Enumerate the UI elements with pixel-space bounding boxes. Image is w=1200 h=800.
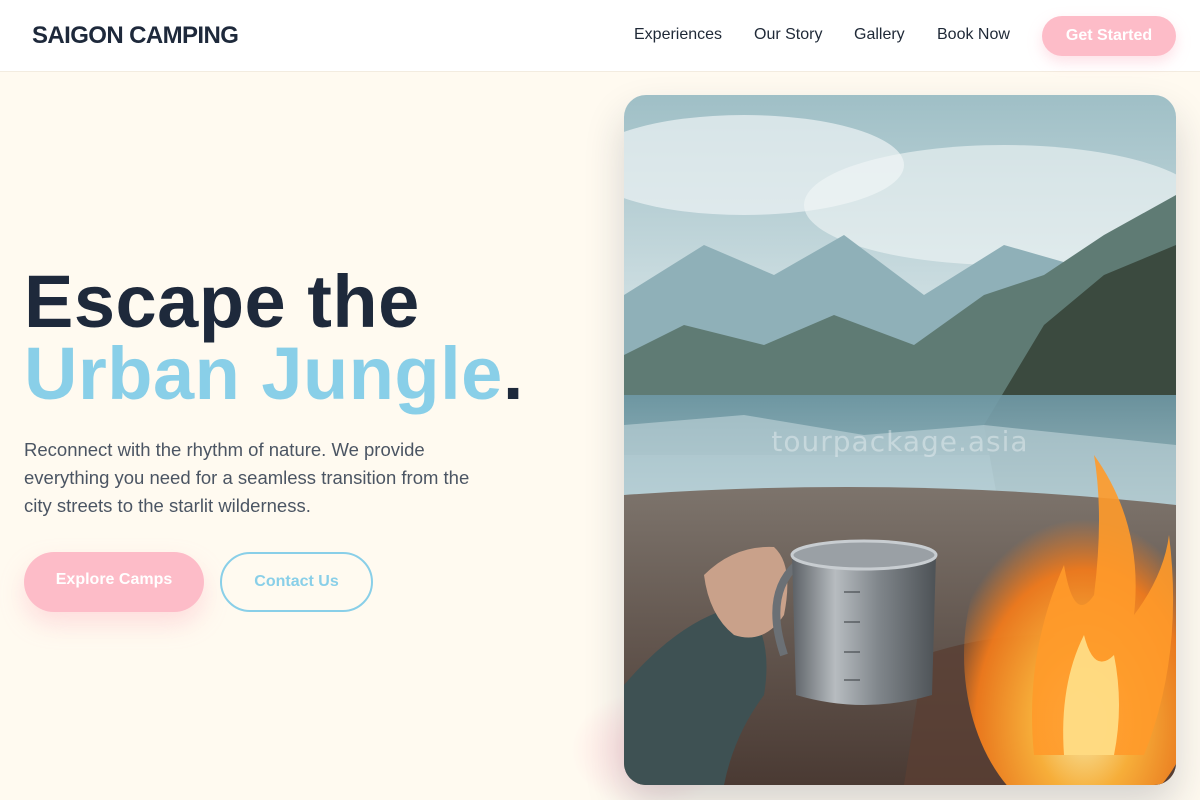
image-watermark: tourpackage.asia [771, 425, 1029, 458]
nav-link-gallery[interactable]: Gallery [854, 26, 905, 44]
hero-title-period: . [502, 332, 524, 415]
get-started-button[interactable]: Get Started [1042, 16, 1176, 56]
brand-logo[interactable]: SAIGON CAMPING [32, 22, 239, 50]
hero-image: tourpackage.asia [624, 95, 1176, 785]
site-header: SAIGON CAMPING Experiences Our Story Gal… [0, 0, 1200, 72]
hero-description: Reconnect with the rhythm of nature. We … [24, 439, 470, 516]
hero-title-line2: Urban Jungle. [24, 337, 524, 411]
hero-title-highlight: Urban Jungle [24, 332, 503, 415]
hero-title: Escape the Urban Jungle. [24, 260, 524, 411]
nav-link-experiences[interactable]: Experiences [634, 26, 722, 44]
nav-link-book-now[interactable]: Book Now [937, 26, 1010, 44]
contact-us-button[interactable]: Contact Us [220, 552, 373, 612]
explore-camps-button[interactable]: Explore Camps [24, 552, 204, 612]
hero-title-line1: Escape the [24, 260, 420, 343]
nav-link-our-story[interactable]: Our Story [754, 26, 822, 44]
